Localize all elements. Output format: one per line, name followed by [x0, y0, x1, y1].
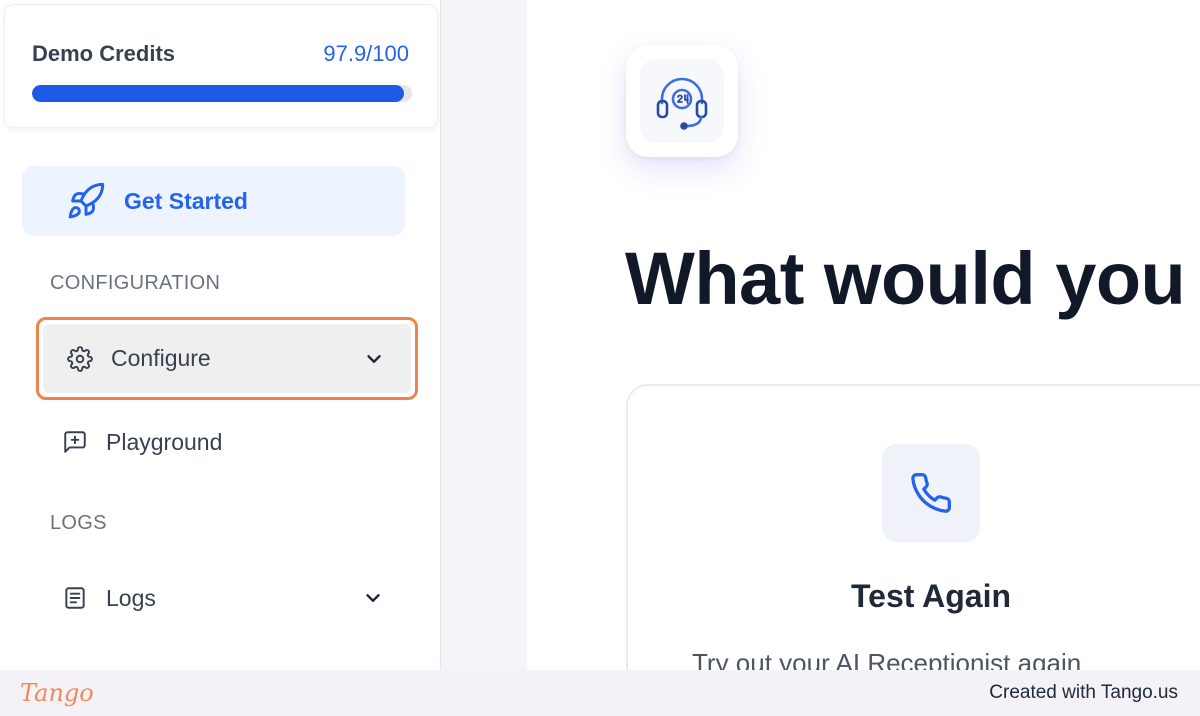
credits-label: Demo Credits	[32, 41, 176, 66]
get-started-button[interactable]: Get Started	[22, 166, 405, 236]
option-title: Test Again	[850, 578, 1011, 614]
hero-icon-box	[626, 45, 738, 157]
section-label-configuration: CONFIGURATION	[50, 272, 221, 294]
tango-logo: Tango	[20, 679, 94, 707]
sidebar-item-playground-label: Playground	[106, 428, 223, 455]
option-icon-box	[882, 444, 980, 542]
rocket-icon	[68, 182, 105, 219]
hero-icon-inner	[640, 59, 724, 143]
chat-plus-icon	[64, 431, 86, 453]
option-description: Try out your AI Receptionist again	[692, 648, 1082, 670]
gear-icon	[67, 345, 93, 372]
section-label-logs: LOGS	[50, 512, 107, 534]
test-again-card[interactable]: Test Again Try out your AI Receptionist …	[626, 384, 1200, 670]
content-gutter	[441, 0, 527, 670]
app-page: Demo Credits 97.9/100 Get Started CONFIG…	[0, 0, 1200, 716]
sidebar-item-logs-label: Logs	[106, 584, 156, 611]
credits-value: 97.9/100	[323, 41, 409, 66]
sidebar-item-configure-label: Configure	[111, 345, 211, 371]
sidebar-item-playground[interactable]: Playground	[62, 424, 222, 460]
main-content: What would you Test Again Try out your A…	[527, 0, 1200, 670]
sidebar-item-configure[interactable]: Configure	[43, 324, 411, 393]
page-title: What would you	[625, 237, 1186, 320]
phone-icon	[911, 473, 951, 513]
configure-highlight: Configure	[36, 317, 418, 400]
headset-24-icon	[656, 77, 708, 130]
get-started-label: Get Started	[124, 187, 248, 214]
tango-footer: Tango Created with Tango.us	[0, 670, 1200, 716]
credits-progress-bar	[32, 85, 412, 102]
document-list-icon	[65, 587, 85, 609]
footer-credit: Created with Tango.us	[989, 682, 1178, 703]
sidebar: Demo Credits 97.9/100 Get Started CONFIG…	[0, 0, 441, 670]
chevron-down-icon[interactable]	[362, 587, 384, 609]
credits-progress-fill	[32, 85, 405, 102]
demo-credits-card: Demo Credits 97.9/100	[4, 4, 438, 128]
chevron-down-icon[interactable]	[363, 348, 385, 370]
sidebar-item-logs[interactable]: Logs	[62, 580, 392, 616]
